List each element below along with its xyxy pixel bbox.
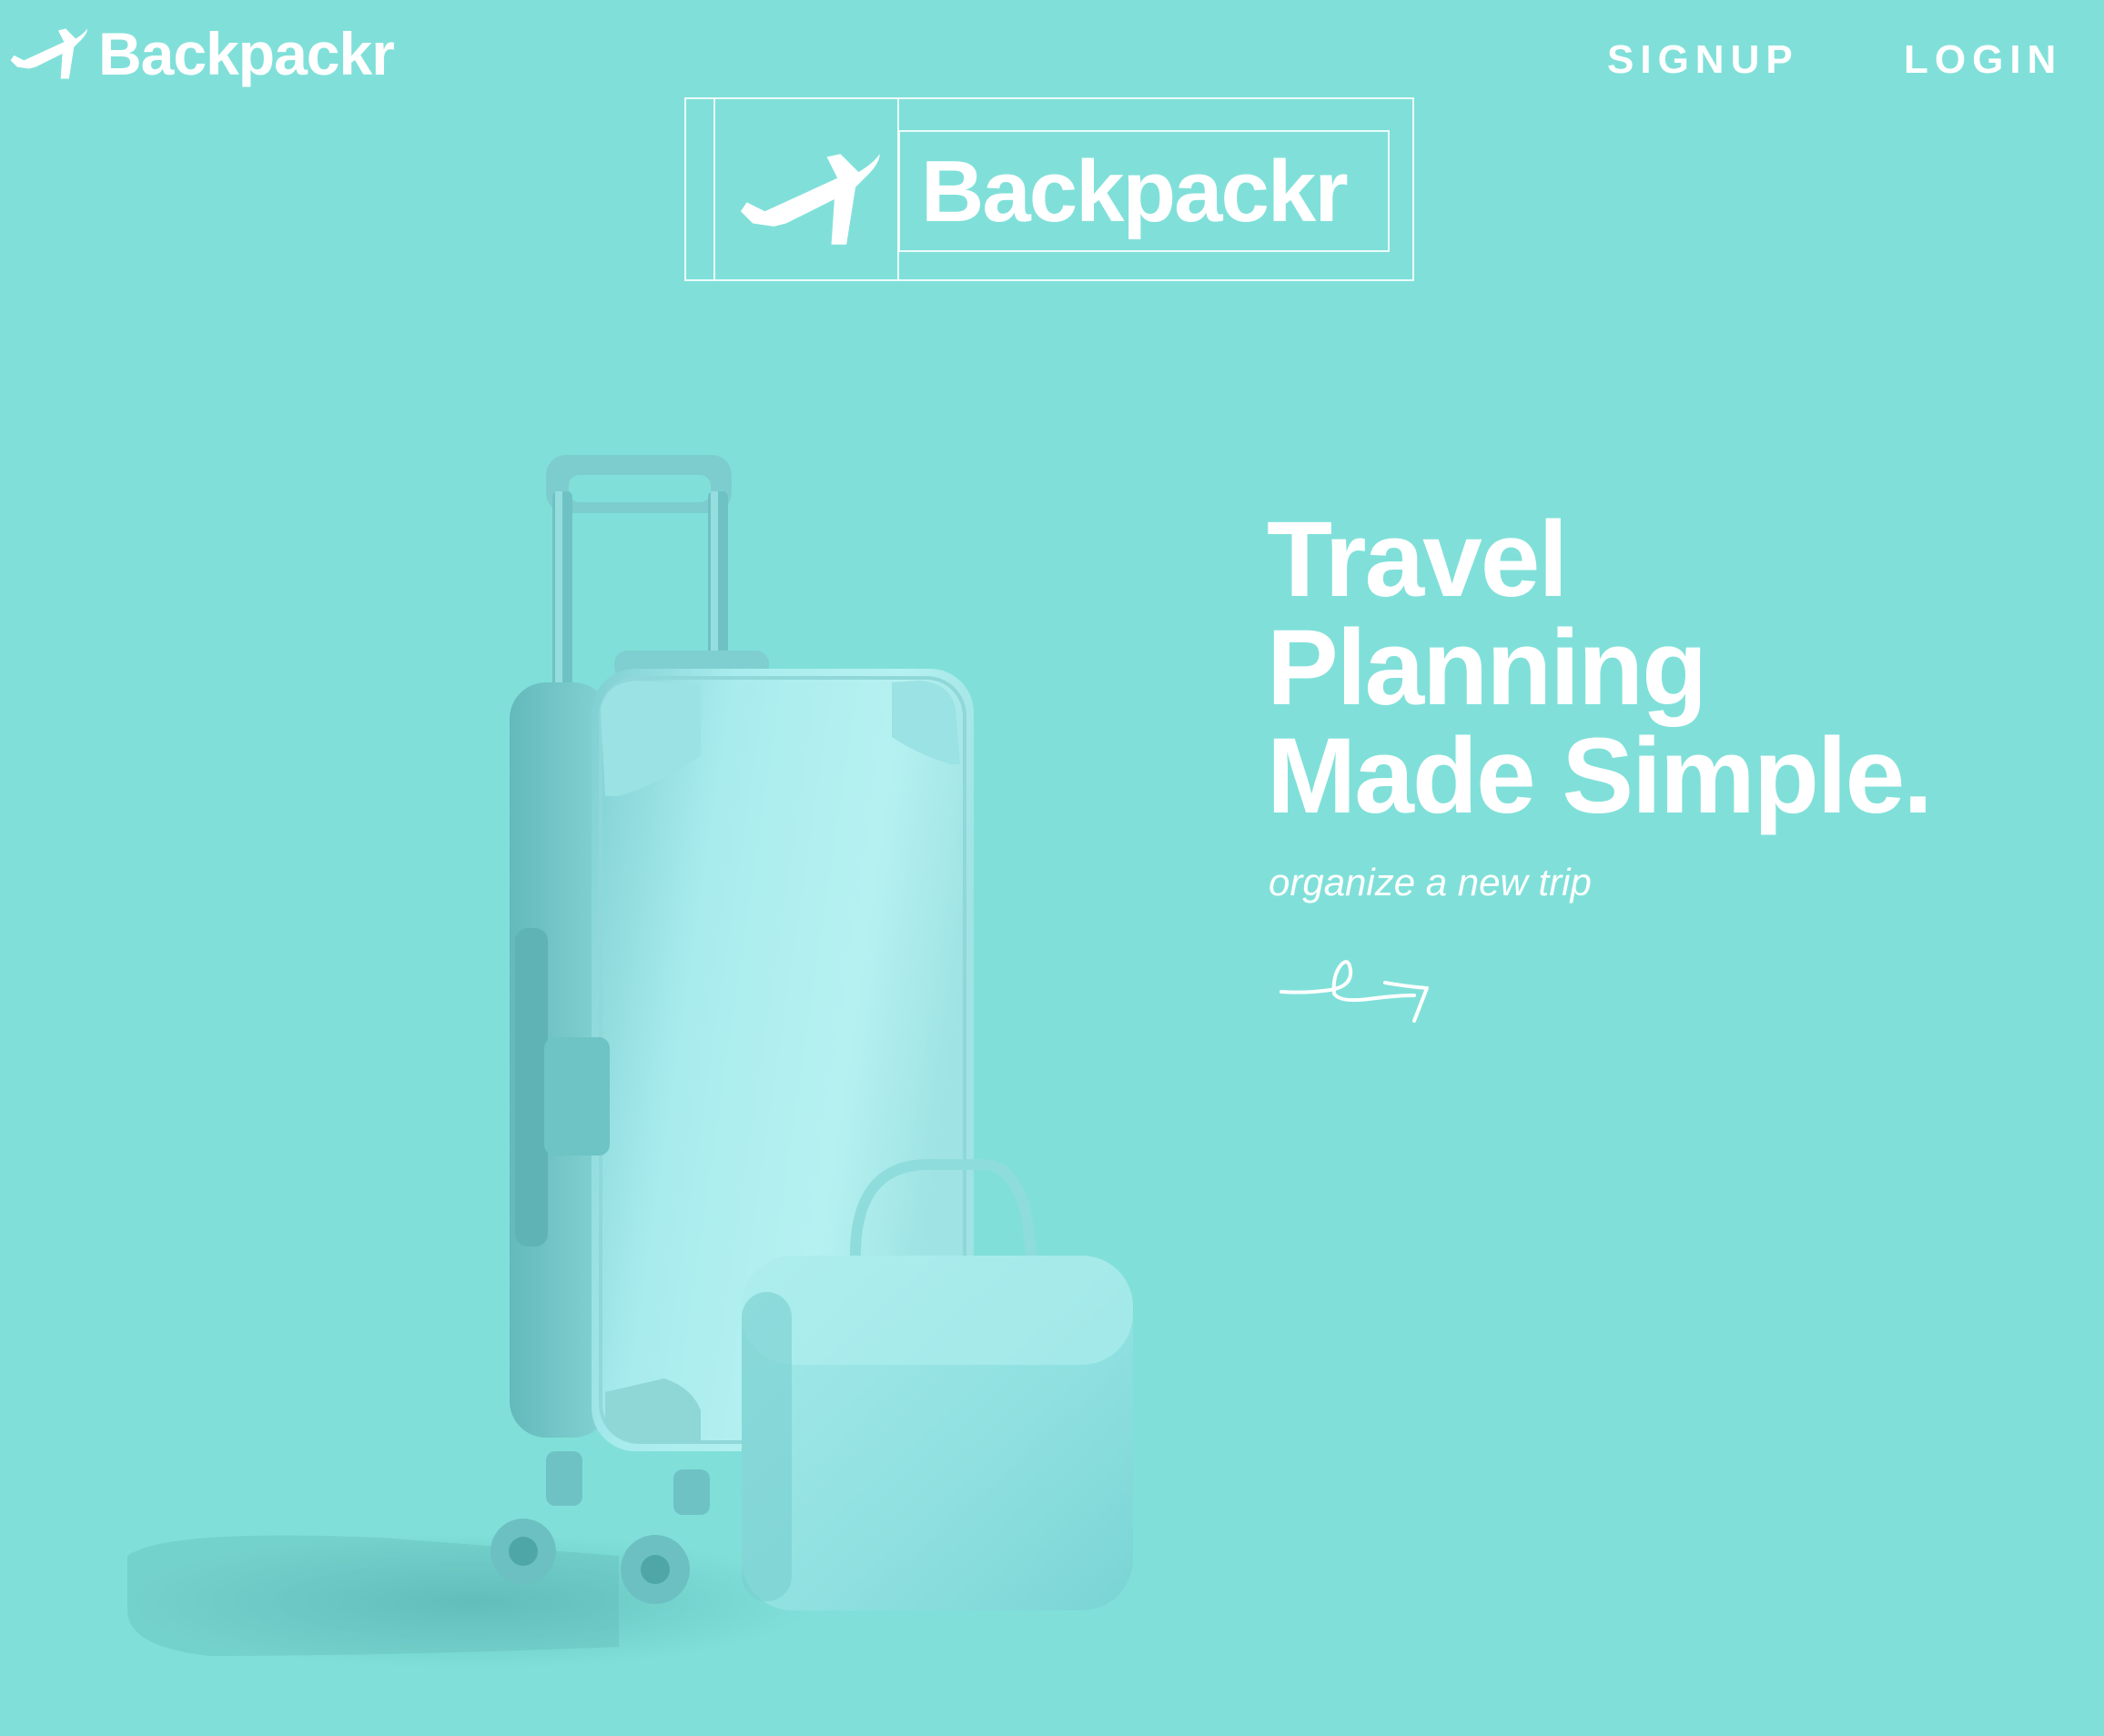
airplane-icon [740, 154, 880, 245]
hero-title-line: Made Simple. [1267, 716, 1933, 836]
header-logo-link[interactable]: Backpackr [5, 20, 395, 87]
brand-mark: Backpackr [684, 97, 1414, 281]
suitcase-illustration [127, 455, 1133, 1670]
hand-drawn-arrow-icon[interactable] [1278, 950, 1441, 1028]
hero-title-line: Planning [1267, 608, 1707, 728]
brand-mark-text: Backpackr [921, 143, 1349, 240]
header-logo-text: Backpackr [98, 20, 395, 87]
signup-link[interactable]: SIGNUP [1607, 36, 1799, 84]
login-link[interactable]: LOGIN [1904, 36, 2062, 84]
brand-frame-line [713, 99, 715, 279]
hero-title: Travel Planning Made Simple. [1267, 500, 1933, 836]
hero-title-line: Travel [1267, 500, 1568, 620]
airplane-icon [10, 28, 88, 79]
organize-trip-link[interactable]: organize a new trip [1269, 857, 1592, 908]
